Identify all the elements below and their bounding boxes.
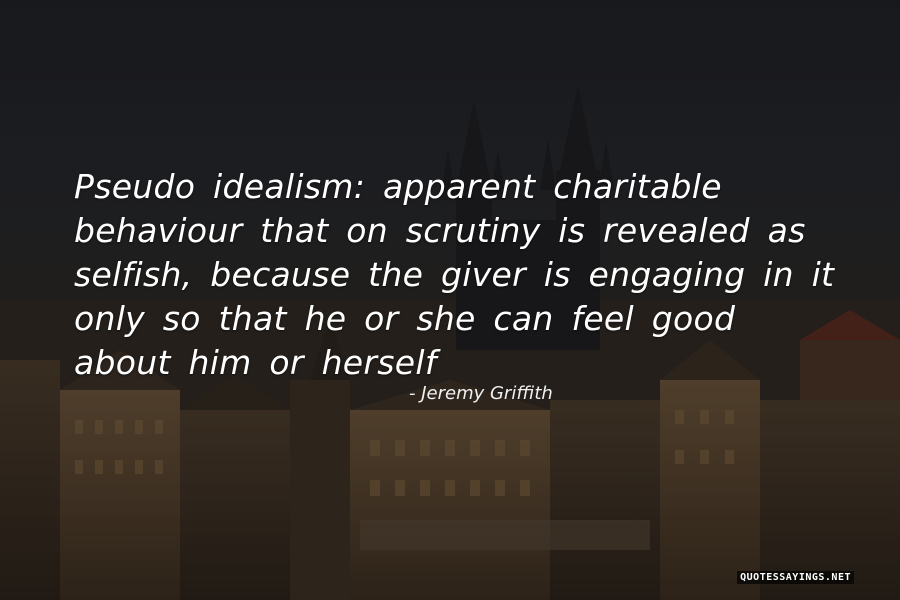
site-watermark: QUOTESSAYINGS.NET <box>737 571 854 584</box>
quote-card: Pseudo idealism: apparent charitable beh… <box>0 0 900 600</box>
quote-author: - Jeremy Griffith <box>409 383 553 404</box>
quote-text: Pseudo idealism: apparent charitable beh… <box>74 167 835 382</box>
